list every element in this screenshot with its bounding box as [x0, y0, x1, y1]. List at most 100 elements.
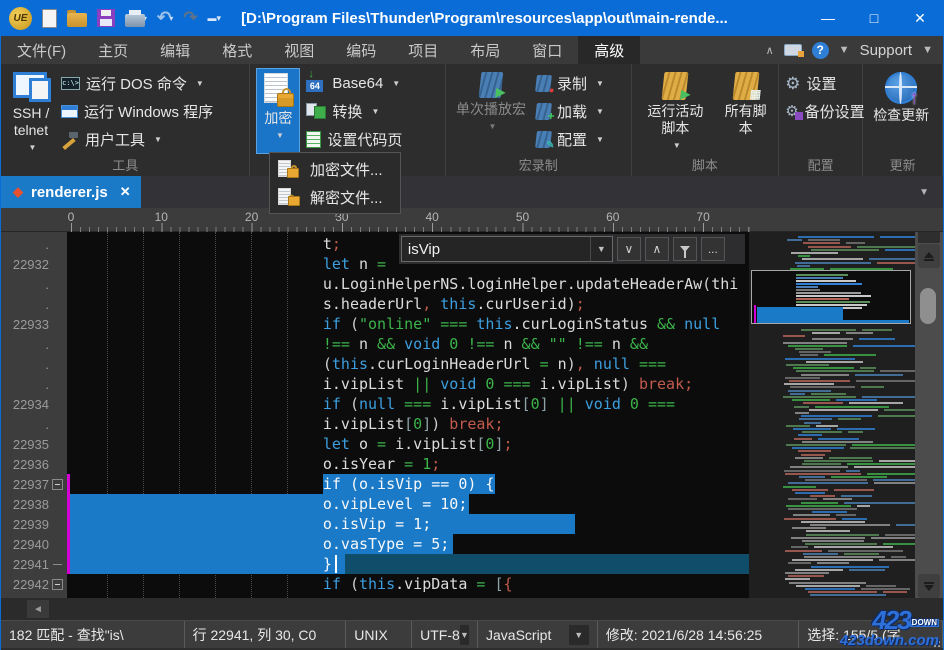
code-row[interactable]: o.vipLevel = 10; — [67, 494, 750, 514]
menu-tab-7[interactable]: 项目 — [392, 36, 454, 64]
code-row[interactable]: i.vipList || void 0 === i.vipList) break… — [67, 374, 750, 394]
new-file-button[interactable] — [40, 5, 59, 31]
status-syntax-language[interactable]: JavaScript▼ — [478, 621, 598, 648]
code-row[interactable]: if (o.isVip == 0) { — [67, 474, 750, 494]
minimize-button[interactable]: — — [805, 0, 851, 36]
horizontal-scrollbar[interactable]: ◄ — [1, 598, 943, 620]
code-row[interactable]: } — [67, 554, 750, 574]
line-number[interactable]: 22932 — [1, 257, 49, 272]
help-icon[interactable]: ? — [812, 42, 829, 59]
ribbon-button-运行Windows程序[interactable]: 运行 Windows 程序 — [61, 98, 213, 124]
find-prev-button[interactable]: ∧ — [645, 237, 669, 261]
ribbon-button-所有脚本[interactable]: ▦所有脚本 — [719, 68, 772, 154]
search-input[interactable] — [402, 241, 590, 258]
customize-qat-button[interactable]: ▬▾ — [206, 5, 224, 31]
menu-tab-5[interactable]: 视图 — [268, 36, 330, 64]
menu-tab-2[interactable]: 主页 — [82, 36, 144, 64]
menu-tab-3[interactable]: 编辑 — [144, 36, 206, 64]
line-number[interactable]: 22934 — [1, 397, 49, 412]
ribbon-button-SSHtelnet[interactable]: SSH / telnet▼ — [7, 68, 55, 154]
vertical-scroll-thumb[interactable] — [920, 288, 936, 324]
dropdown-caret-icon[interactable]: ▼ — [569, 625, 589, 645]
menu-tab-8[interactable]: 布局 — [454, 36, 516, 64]
menu-tab-9[interactable]: 窗口 — [516, 36, 578, 64]
ribbon-button-运行DOS命令[interactable]: c:\>运行 DOS 命令▼ — [61, 70, 213, 96]
code-pane[interactable]: ▼ ∨ ∧ ... t;let n = u.LoginHelperNS.logi… — [67, 232, 750, 598]
line-number[interactable]: 22940 — [1, 537, 49, 552]
ribbon-button-录制[interactable]: ●录制▼ — [536, 70, 604, 96]
line-number[interactable]: 22933 — [1, 317, 49, 332]
code-row[interactable]: !== n && void 0 !== n && "" !== n && — [67, 334, 750, 354]
ribbon-button-转换[interactable]: 转换▼ — [306, 98, 402, 124]
fold-column[interactable] — [49, 579, 65, 590]
line-number[interactable]: 22937 — [1, 477, 49, 492]
code-row[interactable]: o.isVip = 1; — [67, 514, 750, 534]
support-caret-icon[interactable]: ▼ — [922, 44, 933, 56]
minimap-viewport[interactable] — [751, 270, 911, 324]
tab-list-caret-icon[interactable]: ▼ — [919, 176, 943, 208]
code-row[interactable]: u.LoginHelperNS.loginHelper.updateHeader… — [67, 274, 750, 294]
code-row[interactable]: o.vasType = 5; — [67, 534, 750, 554]
search-history-caret-icon[interactable]: ▼ — [590, 237, 612, 261]
code-row[interactable]: if ("online" === this.curLoginStatus && … — [67, 314, 750, 334]
find-filter-button[interactable] — [673, 237, 697, 261]
ribbon-button-设置代码页[interactable]: 设置代码页 — [306, 126, 402, 152]
ribbon-button-备份设置[interactable]: ⚙备份设置 — [785, 98, 864, 124]
ribbon-button-检查更新[interactable]: ↑检查更新 — [869, 68, 933, 154]
open-folder-button[interactable] — [65, 5, 89, 31]
line-number[interactable]: 22939 — [1, 517, 49, 532]
menu-item-decrypt-file[interactable]: 解密文件... — [270, 183, 400, 211]
code-row[interactable]: i.vipList[0]) break; — [67, 414, 750, 434]
line-number[interactable]: 22935 — [1, 437, 49, 452]
menu-tab-1[interactable]: 文件(F) — [1, 36, 82, 64]
line-number[interactable]: 22942 — [1, 577, 49, 592]
redo-button[interactable]: ↷ — [181, 5, 199, 31]
ribbon-button-运行活动脚本[interactable]: ▶运行活动脚本▼ — [638, 68, 714, 154]
document-minimap[interactable] — [749, 232, 915, 598]
code-row[interactable]: if (this.vipData = [{ — [67, 574, 750, 594]
dropdown-caret-icon[interactable]: ▼ — [460, 625, 469, 645]
fold-collapse-icon[interactable] — [52, 479, 63, 490]
code-row[interactable]: o.isYear = 1; — [67, 454, 750, 474]
ribbon-button-Base64[interactable]: Base64▼ — [306, 70, 402, 96]
undo-button[interactable]: ↶▾ — [155, 5, 175, 31]
scroll-to-bottom-button[interactable] — [918, 574, 940, 598]
menu-item-encrypt-file[interactable]: 加密文件... — [270, 155, 400, 183]
collapse-ribbon-icon[interactable]: ∧ — [766, 44, 774, 57]
ribbon-button-设置[interactable]: ⚙设置 — [785, 70, 864, 96]
touch-mode-icon[interactable] — [784, 44, 802, 56]
code-row[interactable]: (this.curLoginHeaderUrl = n), null === — [67, 354, 750, 374]
support-menu[interactable]: Support — [860, 42, 913, 59]
scroll-to-top-button[interactable] — [918, 244, 940, 268]
close-button[interactable]: ✕ — [897, 0, 943, 36]
find-next-button[interactable]: ∨ — [617, 237, 641, 261]
status-encoding[interactable]: UTF-8▼ — [412, 621, 478, 648]
find-more-button[interactable]: ... — [701, 237, 725, 261]
fold-collapse-icon[interactable] — [52, 579, 63, 590]
tab-close-icon[interactable]: ✕ — [120, 184, 131, 200]
ribbon-button-加载[interactable]: +加载▼ — [536, 98, 604, 124]
ribbon-button-加密[interactable]: 加密▼ — [256, 68, 300, 154]
help-caret-icon[interactable]: ▼ — [839, 44, 850, 56]
menu-tab-10[interactable]: 高级 — [578, 36, 640, 64]
line-number[interactable]: 22936 — [1, 457, 49, 472]
vertical-scrollbar[interactable] — [915, 232, 943, 598]
scroll-left-button[interactable]: ◄ — [27, 600, 49, 618]
ribbon-button-单次播放宏[interactable]: ▶单次播放宏▼ — [452, 68, 530, 154]
resize-grip[interactable] — [930, 637, 940, 647]
code-row[interactable]: s.headerUrl, this.curUserid); — [67, 294, 750, 314]
menu-tab-4[interactable]: 格式 — [206, 36, 268, 64]
ribbon-button-配置[interactable]: ✎配置▼ — [536, 126, 604, 152]
code-row[interactable]: let o = i.vipList[0]; — [67, 434, 750, 454]
fold-column[interactable] — [49, 479, 65, 490]
tab-renderer-js[interactable]: ◆ renderer.js ✕ — [1, 176, 141, 208]
line-number[interactable]: 22938 — [1, 497, 49, 512]
menu-tab-6[interactable]: 编码 — [330, 36, 392, 64]
save-button[interactable] — [95, 5, 117, 31]
print-button[interactable]: ▾ — [123, 5, 149, 31]
line-number[interactable]: 22941 — [1, 557, 49, 572]
maximize-button[interactable]: □ — [851, 0, 897, 36]
ribbon-button-用户工具[interactable]: 用户工具▼ — [61, 126, 213, 152]
code-row[interactable]: if (null === i.vipList[0] || void 0 === — [67, 394, 750, 414]
fold-column[interactable] — [49, 564, 65, 565]
